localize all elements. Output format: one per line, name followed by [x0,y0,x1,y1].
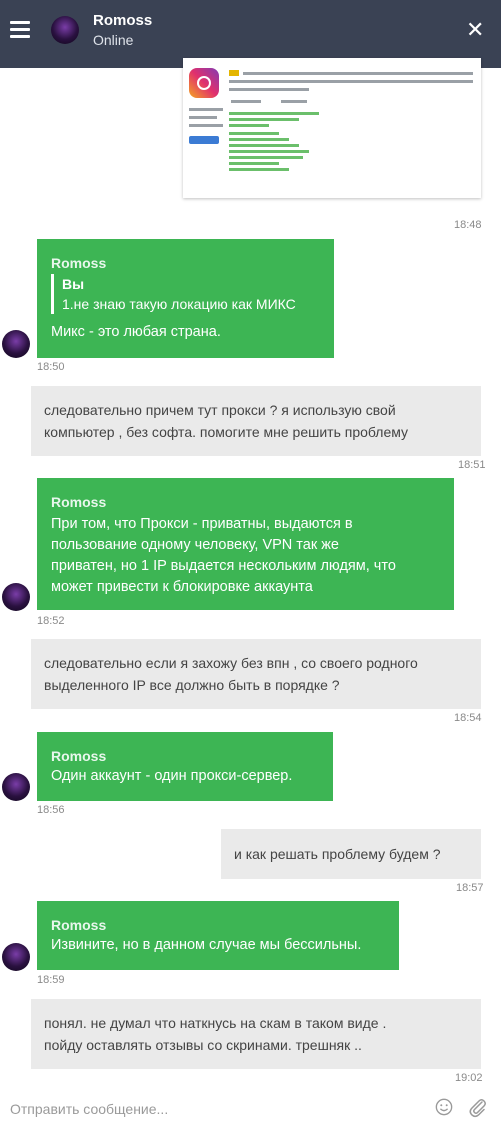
message-time: 18:51 [458,459,486,471]
incoming-message: Romoss Один аккаунт - один прокси-сервер… [37,732,333,801]
message-text-line: следовательно если я захожу без впн , со… [44,655,418,671]
close-icon[interactable]: ✕ [466,19,484,41]
message-text-line: При том, что Прокси - приватны, выдаются… [51,516,353,532]
paperclip-icon[interactable] [467,1096,487,1118]
message-time: 18:50 [37,361,65,373]
message-time: 18:48 [454,219,482,231]
message-text: Извините, но в данном случае мы бессильн… [51,937,362,953]
message-text-line: выделенного IP все должно быть в порядке… [44,677,340,693]
message-author: Romoss [51,748,107,764]
message-text-line: компьютер , без софта. помогите мне реши… [44,424,409,440]
message-text: Один аккаунт - один прокси-сервер. [51,768,293,784]
outgoing-message: следовательно причем тут прокси ? я испо… [31,386,481,456]
contact-name: Romoss [93,12,153,29]
avatar [2,943,30,971]
menu-icon[interactable] [10,21,30,39]
avatar [51,16,79,44]
avatar [2,583,30,611]
message-author: Romoss [51,494,107,510]
outgoing-message: следовательно если я захожу без впн , со… [31,639,481,709]
message-text-line: приватен, но 1 IP выдается нескольким лю… [51,558,396,574]
message-text-line: пользование одному человеку, VPN так же [51,537,339,553]
quote-author: Вы [62,276,85,292]
outgoing-message: понял. не думал что наткнусь на скам в т… [31,999,481,1069]
shot-button [189,136,219,144]
message-composer [0,1092,501,1123]
contact-status: Online [93,32,134,48]
emoji-icon[interactable] [435,1098,453,1116]
quote-text: 1.не знаю такую локацию как МИКС [62,296,296,312]
incoming-message: Romoss При том, что Прокси - приватны, в… [37,478,454,610]
message-time: 18:54 [454,712,482,724]
message-text-line: понял. не думал что наткнусь на скам в т… [44,1015,387,1031]
incoming-message: Romoss Вы 1.не знаю такую локацию как МИ… [37,239,334,358]
message-time: 18:57 [456,882,484,894]
message-text-line: может привести к блокировке аккаунта [51,579,313,595]
message-text: и как решать проблему будем ? [234,846,441,862]
message-text-line: пойду оставлять отзывы со скринами. треш… [44,1037,362,1053]
message-author: Romoss [51,917,107,933]
incoming-message: Romoss Извините, но в данном случае мы б… [37,901,399,970]
message-time: 18:52 [37,615,65,627]
message-time: 18:56 [37,804,65,816]
message-input[interactable] [8,1098,422,1120]
message-text: Микс - это любая страна. [51,324,221,340]
message-text-line: следовательно причем тут прокси ? я испо… [44,402,396,418]
avatar [2,330,30,358]
avatar [2,773,30,801]
quoted-message: Вы 1.не знаю такую локацию как МИКС [51,274,296,314]
message-time: 19:02 [455,1072,483,1084]
outgoing-message: и как решать проблему будем ? [221,829,481,879]
instagram-icon [189,68,219,98]
message-time: 18:59 [37,974,65,986]
attached-screenshot[interactable] [183,58,481,198]
message-author: Romoss [51,255,107,271]
